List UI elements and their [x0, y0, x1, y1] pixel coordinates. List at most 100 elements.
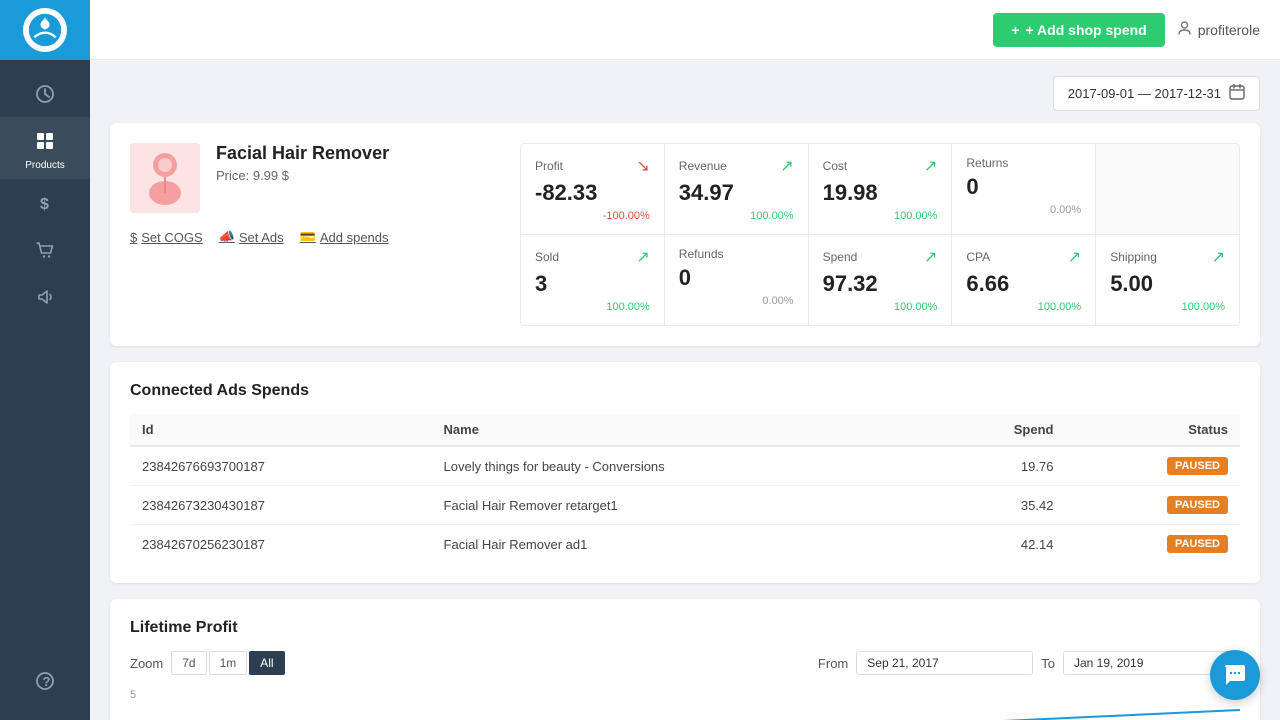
- stat-cpa-arrow: ↗: [1068, 247, 1081, 267]
- sidebar-item-finance[interactable]: $: [0, 179, 90, 226]
- sidebar-item-analytics[interactable]: [0, 70, 90, 117]
- add-spends-link[interactable]: 💳 Add spends: [300, 229, 389, 245]
- stat-spend: Spend ↗ 97.32 100.00%: [809, 235, 952, 325]
- stat-refunds-header: Refunds: [679, 247, 794, 261]
- stat-spend-header: Spend ↗: [823, 247, 938, 267]
- set-ads-link[interactable]: 📣 Set Ads: [219, 229, 284, 245]
- topbar: + + Add shop spend profiterole: [90, 0, 1280, 60]
- stat-spend-arrow: ↗: [924, 247, 937, 267]
- stat-refunds-label: Refunds: [679, 247, 724, 261]
- connected-ads-title: Connected Ads Spends: [130, 382, 1240, 400]
- ads-table: Id Name Spend Status 23842676693700187 L…: [130, 414, 1240, 563]
- user-menu[interactable]: profiterole: [1177, 20, 1260, 39]
- stat-revenue-label: Revenue: [679, 159, 727, 173]
- sidebar-bottom: ?: [35, 657, 55, 720]
- stat-profit-change: -100.00%: [535, 210, 650, 222]
- content: 2017-09-01 — 2017-12-31: [90, 60, 1280, 720]
- stat-shipping: Shipping ↗ 5.00 100.00%: [1096, 235, 1239, 325]
- svg-text:$: $: [40, 196, 49, 213]
- cell-name: Facial Hair Remover retarget1: [432, 486, 935, 525]
- cell-name: Facial Hair Remover ad1: [432, 525, 935, 564]
- stat-returns-value: 0: [966, 174, 1081, 200]
- sidebar-item-products[interactable]: Products: [0, 117, 90, 179]
- table-row: 23842673230430187 Facial Hair Remover re…: [130, 486, 1240, 525]
- stat-cost-label: Cost: [823, 159, 848, 173]
- add-spend-label: + Add shop spend: [1026, 22, 1147, 38]
- cell-id: 23842670256230187: [130, 525, 432, 564]
- sidebar-item-ads[interactable]: [0, 273, 90, 320]
- from-date-input[interactable]: [856, 651, 1033, 675]
- stat-revenue-change: 100.00%: [679, 210, 794, 222]
- sidebar-item-label: Products: [25, 160, 64, 171]
- stat-profit: Profit ↘ -82.33 -100.00%: [521, 144, 664, 234]
- cell-spend: 42.14: [935, 525, 1066, 564]
- card-icon: 💳: [300, 229, 316, 245]
- stat-sold-label: Sold: [535, 250, 559, 264]
- stat-shipping-value: 5.00: [1110, 271, 1225, 297]
- date-range-value: 2017-09-01 — 2017-12-31: [1068, 86, 1221, 101]
- cell-status: PAUSED: [1065, 446, 1240, 486]
- sidebar-item-orders[interactable]: [0, 226, 90, 273]
- product-actions: $ Set COGS 📣 Set Ads 💳 Add spends: [130, 229, 500, 245]
- stat-cost-change: 100.00%: [823, 210, 938, 222]
- stat-sold-header: Sold ↗: [535, 247, 650, 267]
- cell-status: PAUSED: [1065, 486, 1240, 525]
- sidebar-logo[interactable]: [0, 0, 90, 60]
- stat-revenue-value: 34.97: [679, 180, 794, 206]
- cell-id: 23842676693700187: [130, 446, 432, 486]
- stats-grid: Profit ↘ -82.33 -100.00% Revenue ↗ 34.97…: [520, 143, 1240, 326]
- set-cogs-link[interactable]: $ Set COGS: [130, 229, 203, 245]
- stat-cpa: CPA ↗ 6.66 100.00%: [952, 235, 1095, 325]
- main-wrapper: + + Add shop spend profiterole 2017-09-0…: [90, 0, 1280, 720]
- stat-cost-header: Cost ↗: [823, 156, 938, 176]
- stat-returns-label: Returns: [966, 156, 1008, 170]
- zoom-all-button[interactable]: All: [249, 651, 284, 675]
- stat-spend-change: 100.00%: [823, 301, 938, 313]
- zoom-7d-button[interactable]: 7d: [171, 651, 206, 675]
- stat-revenue-header: Revenue ↗: [679, 156, 794, 176]
- dollar-icon: $: [35, 193, 55, 218]
- stat-sold-arrow: ↗: [636, 247, 649, 267]
- sidebar: Products $: [0, 0, 90, 720]
- date-range-picker[interactable]: 2017-09-01 — 2017-12-31: [1053, 76, 1260, 111]
- stat-spend-label: Spend: [823, 250, 858, 264]
- sidebar-nav: Products $: [0, 60, 90, 657]
- username: profiterole: [1198, 22, 1260, 38]
- lifetime-profit-section: Lifetime Profit Zoom 7d 1m All From To 5: [110, 599, 1260, 720]
- stat-returns-change: 0.00%: [966, 204, 1081, 216]
- stat-returns: Returns 0 0.00%: [952, 144, 1095, 234]
- stat-profit-value: -82.33: [535, 180, 650, 206]
- logo-icon: [23, 8, 67, 52]
- product-details: Facial Hair Remover Price: 9.99 $: [216, 143, 389, 183]
- add-shop-spend-button[interactable]: + + Add shop spend: [993, 13, 1164, 47]
- stat-cpa-change: 100.00%: [966, 301, 1081, 313]
- plus-icon: +: [1011, 22, 1019, 38]
- chat-fab-button[interactable]: [1210, 650, 1260, 700]
- lifetime-profit-title: Lifetime Profit: [130, 619, 1240, 637]
- col-id: Id: [130, 414, 432, 446]
- cell-spend: 35.42: [935, 486, 1066, 525]
- stat-refunds-change: 0.00%: [679, 295, 794, 307]
- zoom-1m-button[interactable]: 1m: [209, 651, 248, 675]
- status-badge: PAUSED: [1167, 496, 1228, 514]
- to-label: To: [1041, 656, 1055, 671]
- product-image: [130, 143, 200, 213]
- sidebar-item-help[interactable]: ?: [35, 657, 55, 704]
- table-row: 23842676693700187 Lovely things for beau…: [130, 446, 1240, 486]
- stat-cpa-value: 6.66: [966, 271, 1081, 297]
- chart-area: 5: [130, 685, 1240, 720]
- clock-icon: [35, 84, 55, 109]
- stat-shipping-label: Shipping: [1110, 250, 1157, 264]
- chart-controls: Zoom 7d 1m All From To: [130, 651, 1240, 675]
- stat-refunds: Refunds 0 0.00%: [665, 235, 808, 325]
- connected-ads-section: Connected Ads Spends Id Name Spend Statu…: [110, 362, 1260, 583]
- stat-sold-change: 100.00%: [535, 301, 650, 313]
- stat-cost: Cost ↗ 19.98 100.00%: [809, 144, 952, 234]
- stat-shipping-header: Shipping ↗: [1110, 247, 1225, 267]
- date-range-bar: 2017-09-01 — 2017-12-31: [110, 76, 1260, 111]
- products-icon: [35, 131, 55, 156]
- ads-icon: 📣: [219, 229, 235, 245]
- cart-icon: [35, 240, 55, 265]
- col-name: Name: [432, 414, 935, 446]
- stat-refunds-value: 0: [679, 265, 794, 291]
